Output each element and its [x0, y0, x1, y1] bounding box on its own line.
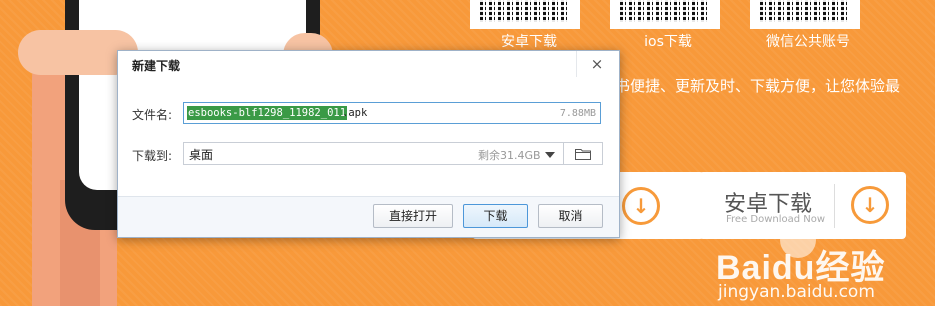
watermark-url: jingyan.baidu.com — [718, 282, 875, 302]
browse-folder-button[interactable] — [564, 142, 603, 165]
divider — [834, 184, 835, 228]
download-arrow-icon: ↓ — [851, 186, 889, 224]
filename-input[interactable]: esbooks-blf1298_11982_011 .apk 7.88MB — [183, 102, 601, 124]
android-qr-code — [470, 0, 580, 29]
download-button[interactable]: 下载 — [463, 204, 528, 228]
folder-icon — [575, 149, 591, 160]
android-download-subtitle: Free Download Now — [726, 214, 826, 225]
new-download-dialog: 新建下载 × 文件名: esbooks-blf1298_11982_011 .a… — [117, 50, 620, 238]
dialog-titlebar: 新建下载 × — [118, 51, 619, 78]
filename-selected-text: esbooks-blf1298_11982_011 — [187, 106, 348, 120]
save-to-label: 下载到: — [132, 149, 173, 163]
titlebar-divider — [576, 51, 577, 77]
filename-label: 文件名: — [132, 108, 173, 122]
dropdown-arrow-icon[interactable] — [545, 152, 555, 158]
close-button[interactable]: × — [584, 53, 610, 75]
dialog-body: 文件名: esbooks-blf1298_11982_011 .apk 7.88… — [118, 78, 619, 196]
close-icon: × — [590, 55, 604, 73]
filename-extension: .apk — [342, 107, 368, 119]
footer-divider — [118, 196, 619, 197]
ios-qr-code — [610, 0, 720, 29]
save-path-dropdown[interactable]: 桌面 剩余31.4GB — [183, 142, 564, 165]
file-size: 7.88MB — [559, 108, 596, 119]
download-arrow-icon: ↓ — [622, 187, 660, 225]
save-path-value: 桌面 — [189, 148, 214, 162]
dialog-title: 新建下载 — [132, 59, 181, 73]
page-bottom-strip — [0, 306, 935, 323]
qr-label-wechat: 微信公共账号 — [766, 34, 850, 50]
open-directly-button[interactable]: 直接打开 — [373, 204, 453, 228]
slogan-text: 搜书便捷、更新及时、下载方便，让您体验最 — [600, 77, 901, 95]
wechat-qr-code — [750, 0, 860, 29]
qr-label-ios: ios下载 — [644, 34, 692, 50]
qr-label-android: 安卓下载 — [501, 34, 557, 50]
free-space-text: 剩余31.4GB — [478, 149, 541, 162]
cancel-button[interactable]: 取消 — [538, 204, 603, 228]
